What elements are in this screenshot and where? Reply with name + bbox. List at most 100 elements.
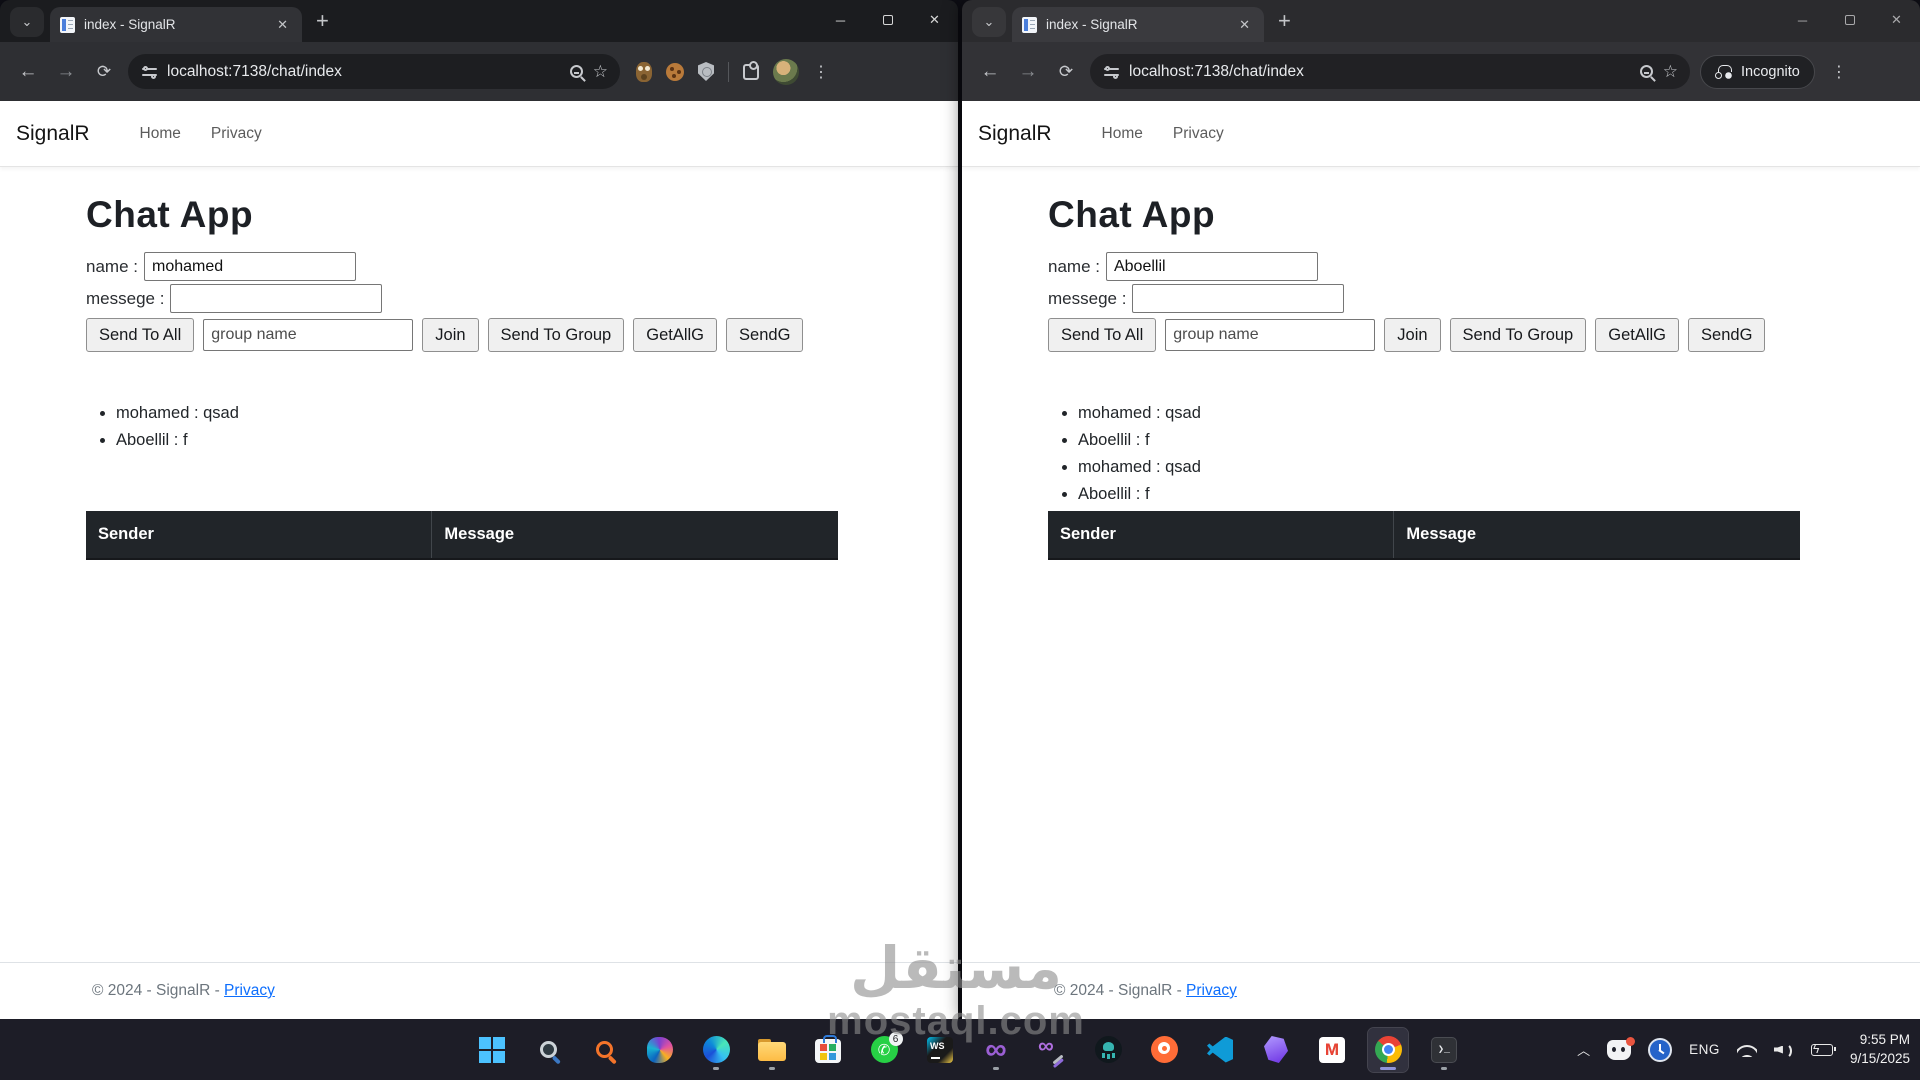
- join-button[interactable]: Join: [422, 318, 478, 352]
- browser-menu-icon[interactable]: ⋮: [1831, 62, 1841, 82]
- join-button[interactable]: Join: [1384, 318, 1440, 352]
- site-settings-icon[interactable]: [1104, 66, 1119, 78]
- forward-button[interactable]: →: [52, 61, 80, 83]
- tray-time: 9:55 PM: [1850, 1031, 1910, 1050]
- back-button[interactable]: ←: [976, 61, 1004, 83]
- taskbar-microsoft-store[interactable]: [808, 1028, 848, 1072]
- message-item: mohamed : qsad: [1078, 458, 1920, 477]
- group-name-input[interactable]: [203, 319, 413, 351]
- nav-home-link[interactable]: Home: [140, 125, 181, 143]
- language-indicator[interactable]: ENG: [1689, 1042, 1720, 1057]
- taskbar-edge[interactable]: [696, 1028, 736, 1072]
- bookmark-star-icon[interactable]: ☆: [593, 62, 608, 82]
- minimize-button[interactable]: ─: [817, 0, 864, 40]
- new-tab-button[interactable]: +: [1278, 8, 1291, 34]
- page-footer: © 2024 - SignalR - Privacy: [0, 962, 958, 1019]
- reload-button[interactable]: ⟳: [90, 62, 118, 82]
- maximize-button[interactable]: [1826, 0, 1873, 40]
- nav-privacy-link[interactable]: Privacy: [211, 125, 262, 143]
- discord-tray-icon[interactable]: [1607, 1040, 1631, 1060]
- taskbar-postman[interactable]: [1144, 1028, 1184, 1072]
- zoom-out-icon[interactable]: [570, 65, 583, 78]
- whatsapp-badge: 6: [889, 1032, 903, 1046]
- owl-extension-icon[interactable]: [636, 62, 652, 82]
- vs-installer-icon: [1038, 1037, 1066, 1063]
- getallg-button[interactable]: GetAllG: [633, 318, 717, 352]
- browser-menu-icon[interactable]: ⋮: [813, 62, 823, 82]
- tab-close-icon[interactable]: ✕: [273, 15, 292, 35]
- zoom-out-icon[interactable]: [1640, 65, 1653, 78]
- url-text[interactable]: localhost:7138/chat/index: [167, 63, 560, 81]
- profile-avatar[interactable]: [773, 59, 799, 85]
- taskbar-vs-installer[interactable]: [1032, 1028, 1072, 1072]
- clockify-tray-icon[interactable]: [1648, 1038, 1672, 1062]
- maximize-button[interactable]: [864, 0, 911, 40]
- back-button[interactable]: ←: [14, 61, 42, 83]
- site-settings-icon[interactable]: [142, 66, 157, 78]
- cookie-extension-icon[interactable]: [666, 63, 684, 81]
- nav-home-link[interactable]: Home: [1102, 125, 1143, 143]
- minimize-button[interactable]: ─: [1779, 0, 1826, 40]
- volume-icon[interactable]: [1774, 1042, 1794, 1058]
- browser-tab[interactable]: index - SignalR ✕: [1012, 7, 1264, 42]
- forward-button[interactable]: →: [1014, 61, 1042, 83]
- taskbar-copilot[interactable]: [640, 1028, 680, 1072]
- file-explorer-icon: [758, 1039, 786, 1061]
- taskbar-file-explorer[interactable]: [752, 1028, 792, 1072]
- browser-tab[interactable]: index - SignalR ✕: [50, 7, 302, 42]
- battery-icon[interactable]: [1811, 1044, 1833, 1056]
- brand-link[interactable]: SignalR: [16, 122, 90, 146]
- terminal-icon: ❯_: [1431, 1037, 1457, 1063]
- name-input[interactable]: [1106, 252, 1318, 281]
- windows-start-icon: [479, 1037, 505, 1063]
- close-button[interactable]: ✕: [1873, 0, 1920, 40]
- reload-button[interactable]: ⟳: [1052, 62, 1080, 82]
- footer-privacy-link[interactable]: Privacy: [224, 982, 275, 1000]
- brand-link[interactable]: SignalR: [978, 122, 1052, 146]
- message-input[interactable]: [1132, 284, 1344, 313]
- obsidian-icon: [1264, 1036, 1288, 1063]
- taskbar-vscode[interactable]: [1200, 1028, 1240, 1072]
- start-button[interactable]: [472, 1028, 512, 1072]
- taskbar-chrome[interactable]: [1368, 1028, 1408, 1072]
- close-button[interactable]: ✕: [911, 0, 958, 40]
- extensions-puzzle-icon[interactable]: [743, 64, 759, 80]
- sendg-button[interactable]: SendG: [1688, 318, 1765, 352]
- taskbar-visual-studio[interactable]: ∞: [976, 1028, 1016, 1072]
- tab-close-icon[interactable]: ✕: [1235, 15, 1254, 35]
- taskbar-gmail[interactable]: [1312, 1028, 1352, 1072]
- sendg-button[interactable]: SendG: [726, 318, 803, 352]
- taskbar-gitkraken[interactable]: [1088, 1028, 1128, 1072]
- url-text[interactable]: localhost:7138/chat/index: [1129, 63, 1630, 81]
- group-name-input[interactable]: [1165, 319, 1375, 351]
- message-input[interactable]: [170, 284, 382, 313]
- name-input[interactable]: [144, 252, 356, 281]
- getallg-button[interactable]: GetAllG: [1595, 318, 1679, 352]
- taskbar-terminal[interactable]: ❯_: [1424, 1028, 1464, 1072]
- send-to-all-button[interactable]: Send To All: [86, 318, 194, 352]
- tray-hidden-icons-chevron[interactable]: ︿: [1577, 1040, 1590, 1059]
- wifi-icon[interactable]: [1737, 1042, 1757, 1057]
- address-bar[interactable]: localhost:7138/chat/index ☆: [1090, 54, 1690, 89]
- message-item: mohamed : qsad: [1078, 404, 1920, 423]
- taskbar-search[interactable]: [528, 1028, 568, 1072]
- send-to-group-button[interactable]: Send To Group: [1450, 318, 1587, 352]
- tab-search-button[interactable]: ⌄: [972, 7, 1006, 37]
- shield-extension-icon[interactable]: [698, 62, 714, 81]
- taskbar-whatsapp[interactable]: 6: [864, 1028, 904, 1072]
- bookmark-star-icon[interactable]: ☆: [1663, 62, 1678, 82]
- taskbar-webstorm[interactable]: [920, 1028, 960, 1072]
- clock[interactable]: 9:55 PM 9/15/2025: [1850, 1031, 1910, 1069]
- send-to-group-button[interactable]: Send To Group: [488, 318, 625, 352]
- page-favicon-icon: [60, 17, 75, 33]
- new-tab-button[interactable]: +: [316, 8, 329, 34]
- page-right: SignalR Home Privacy Chat App name : mes…: [962, 101, 1920, 1019]
- address-bar[interactable]: localhost:7138/chat/index ☆: [128, 54, 620, 89]
- webstorm-icon: [927, 1037, 953, 1063]
- taskbar-obsidian[interactable]: [1256, 1028, 1296, 1072]
- nav-privacy-link[interactable]: Privacy: [1173, 125, 1224, 143]
- tab-search-button[interactable]: ⌄: [10, 7, 44, 37]
- footer-privacy-link[interactable]: Privacy: [1186, 982, 1237, 1000]
- send-to-all-button[interactable]: Send To All: [1048, 318, 1156, 352]
- taskbar-search-app[interactable]: [584, 1028, 624, 1072]
